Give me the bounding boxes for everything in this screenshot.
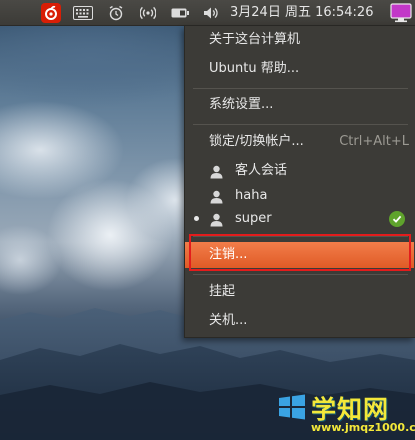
user-name: super: [235, 211, 272, 226]
lock-shortcut-label: Ctrl+Alt+L: [339, 134, 409, 149]
menu-item-help-label: Ubuntu 帮助...: [209, 61, 300, 76]
menu-item-about-label: 关于这台计算机: [209, 32, 301, 47]
menu-item-settings[interactable]: 系统设置...: [185, 93, 414, 117]
user-item-haha[interactable]: haha: [185, 184, 414, 208]
volume-icon[interactable]: [201, 3, 221, 23]
menu-separator: [193, 88, 408, 89]
session-monitor-icon[interactable]: [389, 2, 413, 24]
menu-item-shutdown[interactable]: 关机...: [185, 309, 414, 333]
user-icon: [210, 212, 223, 236]
menu-item-about[interactable]: 关于这台计算机: [185, 28, 414, 52]
battery-icon[interactable]: [170, 3, 190, 23]
menu-item-lock-switch-label: 锁定/切换帐户...: [209, 134, 304, 149]
menu-item-lock-switch[interactable]: 锁定/切换帐户... Ctrl+Alt+L: [185, 130, 414, 154]
menu-item-suspend-label: 挂起: [209, 284, 236, 299]
watermark-url: www.jmqz1000.com: [311, 421, 415, 434]
annotation-highlight-box: [189, 234, 411, 271]
windows-logo-icon: [277, 392, 307, 426]
keyboard-icon[interactable]: [72, 3, 94, 23]
site-watermark: 学知网 www.jmqz1000.com: [277, 388, 415, 440]
user-item-guest[interactable]: 客人会话: [185, 159, 414, 183]
menu-item-shutdown-label: 关机...: [209, 313, 248, 328]
user-name: 客人会话: [235, 163, 288, 178]
session-menu: 关于这台计算机 Ubuntu 帮助... 系统设置... 锁定/切换帐户... …: [184, 26, 415, 338]
menu-item-suspend[interactable]: 挂起: [185, 280, 414, 304]
logged-in-check-icon: [389, 211, 405, 227]
menu-separator: [193, 274, 408, 275]
panel-clock[interactable]: 3月24日 周五 16:54:26: [230, 4, 373, 22]
menu-item-settings-label: 系统设置...: [209, 97, 274, 112]
top-panel: 3月24日 周五 16:54:26: [0, 0, 415, 26]
current-user-bullet-icon: [194, 216, 199, 221]
menu-item-help[interactable]: Ubuntu 帮助...: [185, 57, 414, 81]
user-name: haha: [235, 188, 268, 203]
alarm-clock-icon[interactable]: [106, 3, 126, 23]
netease-music-icon[interactable]: [40, 3, 62, 23]
menu-separator: [193, 124, 408, 125]
wireless-icon[interactable]: [138, 3, 158, 23]
user-item-super[interactable]: super: [185, 207, 414, 231]
